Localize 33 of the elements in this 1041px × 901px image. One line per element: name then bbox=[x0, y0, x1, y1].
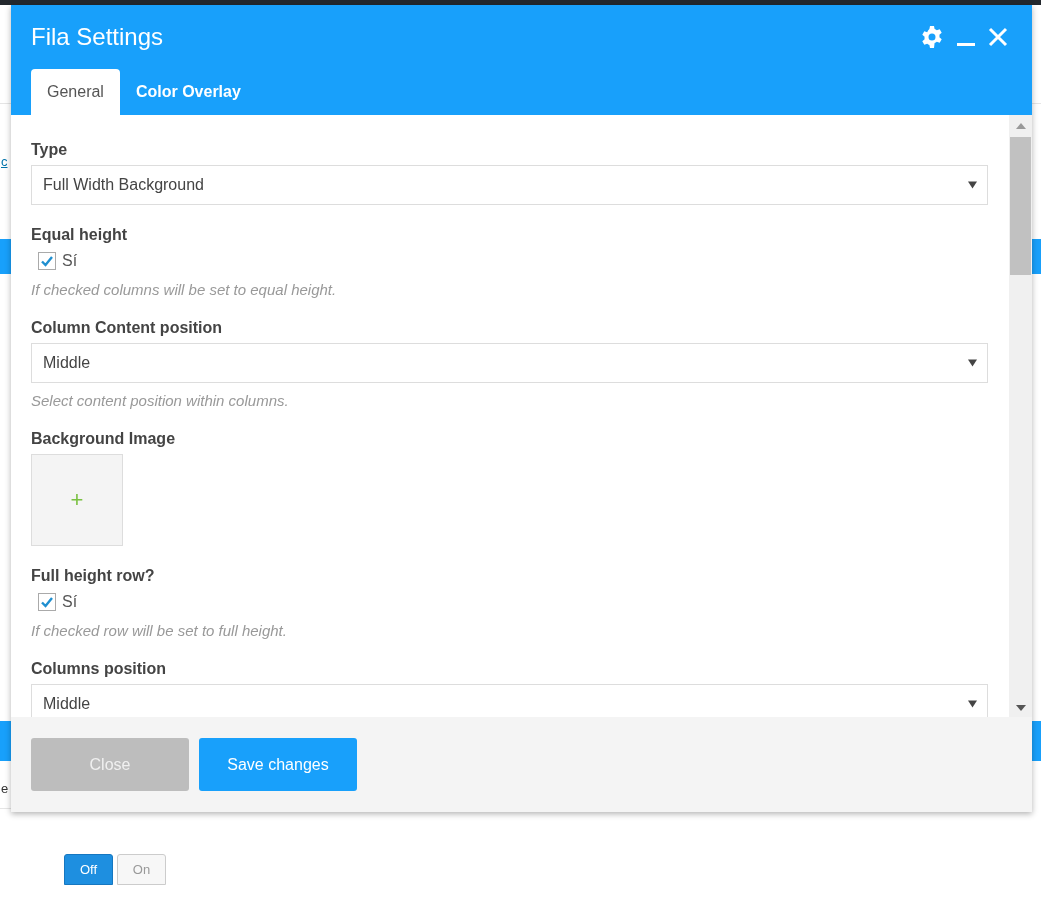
tab[interactable]: Color Overlay bbox=[119, 69, 257, 115]
field-label: Full height row? bbox=[31, 567, 156, 585]
scrollbar[interactable] bbox=[1009, 115, 1032, 717]
help-text: If checked columns will be set to equal height. bbox=[31, 281, 338, 298]
select-field[interactable]: Full Width Background bbox=[31, 165, 988, 205]
close-icon[interactable] bbox=[988, 27, 1008, 47]
window-title: Fila Settings bbox=[31, 23, 164, 51]
link[interactable]: c bbox=[1, 154, 8, 169]
add-image-button[interactable]: + bbox=[31, 454, 123, 546]
tab[interactable]: General bbox=[31, 69, 120, 115]
field-label: Type bbox=[31, 141, 69, 159]
help-text: If checked row will be set to full height. bbox=[31, 622, 288, 639]
field-label: Equal height bbox=[31, 226, 128, 244]
field-label: Column Content position bbox=[31, 319, 224, 337]
settings-icon[interactable] bbox=[920, 25, 944, 49]
save-button[interactable]: Save changes bbox=[199, 738, 357, 791]
dropdown-caret-icon bbox=[968, 359, 977, 367]
field-label: Background Image bbox=[31, 430, 177, 448]
select-field[interactable]: Middle bbox=[31, 343, 988, 383]
toggle-option[interactable]: Off bbox=[64, 854, 113, 885]
text-fragment: e bbox=[1, 781, 9, 796]
scroll-thumb[interactable] bbox=[1010, 137, 1031, 275]
checkbox-label: Sí bbox=[62, 252, 78, 270]
scroll-up-icon[interactable] bbox=[1015, 123, 1026, 129]
scroll-down-icon[interactable] bbox=[1015, 705, 1026, 711]
dropdown-caret-icon bbox=[968, 181, 977, 189]
help-text: Select content position within columns. bbox=[31, 392, 290, 409]
checkbox[interactable] bbox=[38, 252, 56, 270]
checkbox[interactable] bbox=[38, 593, 56, 611]
field-label: Columns position bbox=[31, 660, 168, 678]
checkbox-label: Sí bbox=[62, 593, 78, 611]
toggle-option[interactable]: On bbox=[117, 854, 166, 885]
dropdown-caret-icon bbox=[968, 700, 977, 708]
